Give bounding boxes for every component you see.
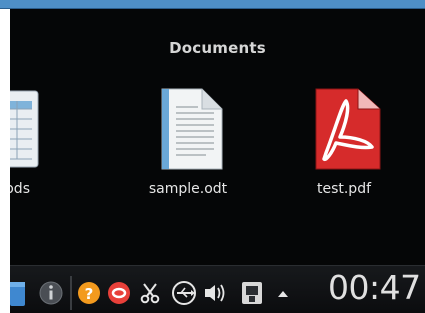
file-item-odt[interactable]: sample.odt (128, 87, 248, 207)
folder-title: Documents (169, 39, 266, 57)
file-item-pdf[interactable]: test.pdf (284, 87, 404, 207)
file-label: nple.ods (10, 181, 30, 197)
taskbar-separator (70, 276, 72, 310)
pdf-document-icon (315, 88, 381, 170)
window-top-border (0, 0, 425, 9)
spreadsheet-icon (10, 90, 39, 168)
file-label: test.pdf (316, 181, 372, 197)
taskbar: ? 00:47 (10, 265, 425, 313)
text-document-icon (161, 88, 223, 170)
clipboard-scissors-icon[interactable] (138, 266, 162, 313)
info-icon[interactable] (38, 266, 64, 313)
sync-icon[interactable] (106, 266, 132, 313)
help-icon[interactable]: ? (76, 266, 102, 313)
usb-icon[interactable] (170, 266, 198, 313)
desktop-folder-view: Documents nple.ods (10, 9, 425, 313)
file-item-ods[interactable]: nple.ods (10, 87, 60, 207)
tray-expand-arrow-icon[interactable] (276, 266, 290, 313)
clock-display[interactable]: 00:47 (328, 268, 421, 307)
file-label: sample.odt (148, 181, 228, 197)
volume-icon[interactable] (202, 266, 230, 313)
window-icon[interactable] (10, 266, 28, 313)
svg-text:?: ? (85, 285, 94, 303)
device-notifier-icon[interactable] (238, 266, 266, 313)
